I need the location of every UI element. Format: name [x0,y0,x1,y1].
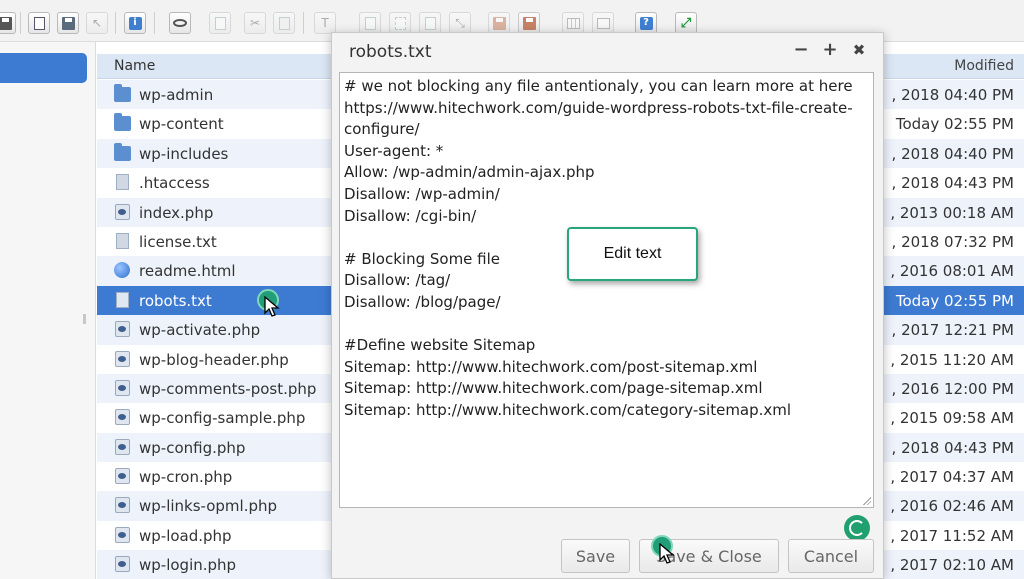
cursor-icon[interactable]: ↖ [86,12,108,34]
column-modified[interactable]: Modified [954,58,1014,74]
php-file-icon [115,556,130,573]
home-icon[interactable] [0,12,16,34]
copy-icon[interactable] [209,12,231,34]
info-icon[interactable]: i [124,12,146,34]
file-name: wp-blog-header.php [139,350,289,369]
edit-dialog: robots.txt − + ✖ # we not blocking any f… [331,32,884,579]
folder-icon [114,142,131,161]
sidebar [0,42,96,579]
save-icon[interactable] [57,12,79,34]
php-file-icon [115,321,130,338]
library-icon[interactable] [28,12,50,34]
text-file-icon [116,291,129,308]
file-modified: , 2018 04:43 PM [891,438,1014,457]
select-icon[interactable] [389,12,411,34]
file-modified: , 2016 02:46 AM [890,497,1014,516]
file-name: robots.txt [139,291,212,310]
php-file-icon [115,497,130,514]
file-modified: Today 02:55 PM [895,115,1014,134]
file-modified: Today 02:55 PM [895,291,1014,310]
file-modified: , 2015 11:20 AM [890,350,1014,369]
folder-icon [114,113,131,132]
minimize-icon[interactable]: − [792,39,810,60]
sidebar-resize-handle[interactable] [83,314,86,324]
php-file-icon [115,350,130,367]
fullscreen-icon[interactable]: ⤢ [675,12,697,34]
file-name: wp-content [139,115,224,134]
column-name[interactable]: Name [114,58,155,74]
close-icon[interactable]: ✖ [850,41,868,59]
file-name: readme.html [139,262,236,281]
resize-icon[interactable]: ⤡ [449,12,471,34]
loading-spinner-icon [844,515,870,541]
file-name: license.txt [139,232,217,251]
edit-text-callout: Edit text [567,227,698,281]
file-modified: , 2018 04:43 PM [891,174,1014,193]
file-modified: , 2018 04:40 PM [891,144,1014,163]
paste-icon[interactable] [273,12,295,34]
file-modified: , 2018 04:40 PM [891,86,1014,104]
grid-view-icon[interactable] [562,12,584,34]
file-modified: , 2015 09:58 AM [890,409,1014,428]
help-icon[interactable]: ? [635,12,657,34]
folder-icon [114,84,131,102]
php-file-icon [115,409,130,426]
file-modified: , 2013 00:18 AM [890,203,1014,222]
text-file-icon [116,174,129,191]
cut-icon[interactable]: ✂ [244,12,266,34]
file-modified: , 2017 04:37 AM [890,468,1014,487]
file-name: wp-config-sample.php [139,409,306,428]
file-name: index.php [139,203,214,222]
file-modified: , 2016 08:01 AM [890,262,1014,281]
text-file-icon [116,232,129,249]
file-name: wp-comments-post.php [139,379,317,398]
html-file-icon [114,262,130,279]
file-name: wp-activate.php [139,321,261,340]
duplicate-icon[interactable] [359,12,381,34]
file-name: wp-config.php [139,438,246,457]
file-name: wp-includes [139,144,229,163]
file-name: wp-links-opml.php [139,497,278,516]
php-file-icon [115,526,130,543]
php-file-icon [115,438,130,455]
file-modified: , 2016 12:00 PM [891,379,1014,398]
rename-icon[interactable]: T [314,12,336,34]
php-file-icon [115,468,130,485]
file-name: wp-cron.php [139,468,233,487]
dialog-title: robots.txt [349,42,432,62]
extract-icon[interactable] [518,12,540,34]
list-view-icon[interactable] [592,12,614,34]
file-modified: , 2018 07:32 PM [891,232,1014,251]
archive-icon[interactable] [488,12,510,34]
file-name: wp-admin [139,86,214,104]
php-file-icon [115,379,130,396]
file-modified: , 2017 12:21 PM [891,321,1014,340]
text-editor[interactable]: # we not blocking any file antentionaly,… [339,72,874,541]
file-name: .htaccess [139,174,210,193]
php-file-icon [115,203,130,220]
file-modified: , 2017 11:52 AM [890,526,1014,545]
cancel-button[interactable]: Cancel [788,539,874,573]
save-button[interactable]: Save [561,539,630,573]
maximize-icon[interactable]: + [821,39,839,60]
file-name: wp-login.php [139,556,237,575]
file-modified: , 2017 02:10 AM [890,556,1014,575]
preview-icon[interactable] [169,12,191,34]
resize-grip-icon[interactable] [863,497,871,505]
edit-icon[interactable] [419,12,441,34]
file-name: wp-load.php [139,526,232,545]
sidebar-item-selected[interactable] [0,53,87,83]
